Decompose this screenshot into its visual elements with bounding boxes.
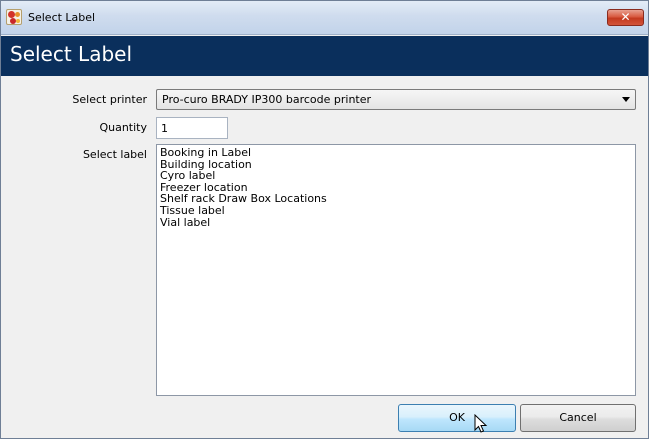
- list-item[interactable]: Vial label: [160, 216, 632, 229]
- chevron-down-icon[interactable]: [622, 97, 630, 102]
- printer-select-value: Pro-curo BRADY IP300 barcode printer: [162, 93, 372, 106]
- mouse-pointer-icon: [474, 414, 488, 433]
- label-list[interactable]: Booking in Label Building location Cyro …: [156, 144, 636, 396]
- close-icon: ✕: [620, 10, 631, 24]
- quantity-field[interactable]: [156, 117, 228, 139]
- quantity-label: Quantity: [99, 121, 147, 134]
- printer-label: Select printer: [72, 93, 147, 106]
- list-item[interactable]: Tissue label: [160, 205, 632, 217]
- list-item[interactable]: Building location: [160, 158, 632, 171]
- cancel-button[interactable]: Cancel: [520, 404, 636, 432]
- window-title: Select Label: [28, 11, 96, 24]
- title-bar[interactable]: Select Label ✕: [1, 1, 648, 35]
- close-button[interactable]: ✕: [607, 9, 644, 26]
- list-item[interactable]: Booking in Label: [160, 147, 632, 159]
- page-title: Select Label: [10, 42, 133, 66]
- select-label-label: Select label: [82, 148, 147, 161]
- header-banner: Select Label: [1, 36, 648, 76]
- app-logo-icon: [6, 9, 22, 25]
- dialog-window: Select Label ✕ Select Label Select print…: [0, 0, 649, 439]
- list-item[interactable]: Shelf rack Draw Box Locations: [160, 193, 632, 205]
- ok-button[interactable]: OK: [398, 404, 516, 432]
- printer-select[interactable]: Pro-curo BRADY IP300 barcode printer: [156, 89, 636, 110]
